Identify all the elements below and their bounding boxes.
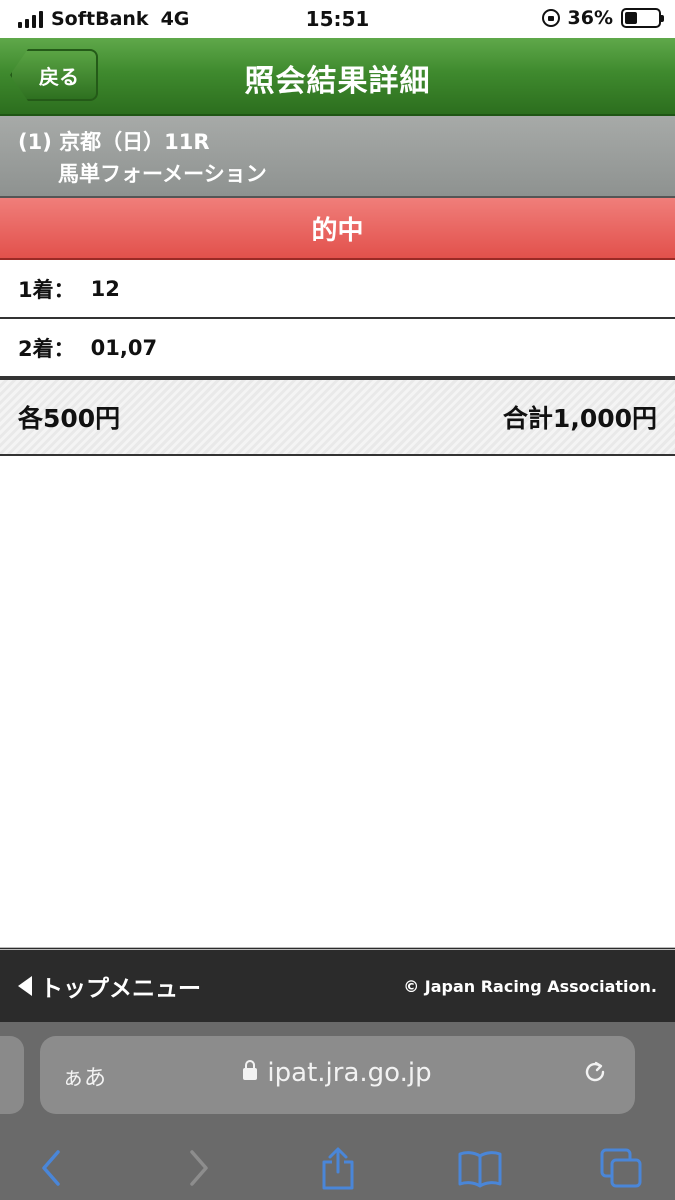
status-right: 36% <box>541 7 664 29</box>
reload-icon[interactable] <box>581 1058 609 1086</box>
race-info: (1) 京都（日）11R 馬単フォーメーション <box>0 116 675 198</box>
address-bar[interactable]: ぁあ ipat.jra.go.jp <box>40 1036 635 1114</box>
site-footer: トップメニュー © Japan Racing Association. <box>0 947 675 1022</box>
page-header: 戻る 照会結果詳細 <box>0 38 675 116</box>
race-name: (1) 京都（日）11R <box>18 130 210 154</box>
back-arrow-icon[interactable] <box>28 1146 76 1190</box>
url-text: ipat.jra.go.jp <box>267 1058 432 1088</box>
url-display[interactable]: ipat.jra.go.jp <box>40 1058 635 1088</box>
tabs-icon[interactable] <box>598 1146 646 1190</box>
share-icon[interactable] <box>314 1146 362 1190</box>
copyright: © Japan Racing Association. <box>403 976 657 996</box>
row-label: 1着： <box>18 277 75 302</box>
row-value: 12 <box>90 276 120 301</box>
row-label: 2着： <box>18 336 75 361</box>
rotation-lock-icon <box>541 9 560 27</box>
result-row-first: 1着： 12 <box>0 260 675 319</box>
total-amount: 合計1,000円 <box>502 404 657 433</box>
lock-icon <box>243 1059 258 1080</box>
amount-summary: 各500円 合計1,000円 <box>0 378 675 456</box>
forward-arrow-icon[interactable] <box>174 1146 222 1190</box>
battery-fill <box>625 12 637 24</box>
triangle-left-icon <box>18 976 32 996</box>
battery-percent: 36% <box>567 7 613 29</box>
browser-chrome: ぁあ ipat.jra.go.jp <box>0 1022 675 1200</box>
bookmarks-icon[interactable] <box>456 1146 504 1190</box>
browser-toolbar <box>0 1132 675 1200</box>
status-bar: SoftBank 4G 15:51 36% <box>0 0 675 38</box>
battery-icon <box>621 8 664 28</box>
page-title: 照会結果詳細 <box>244 64 431 99</box>
previous-tab-peek[interactable] <box>0 1036 24 1114</box>
hit-banner: 的中 <box>0 198 675 260</box>
top-menu-link[interactable]: トップメニュー <box>18 969 201 1003</box>
row-value: 01,07 <box>90 335 158 360</box>
top-menu-label: トップメニュー <box>40 976 201 1002</box>
result-row-second: 2着： 01,07 <box>0 319 675 378</box>
bet-type: 馬単フォーメーション <box>58 162 267 186</box>
each-amount: 各500円 <box>18 404 121 433</box>
